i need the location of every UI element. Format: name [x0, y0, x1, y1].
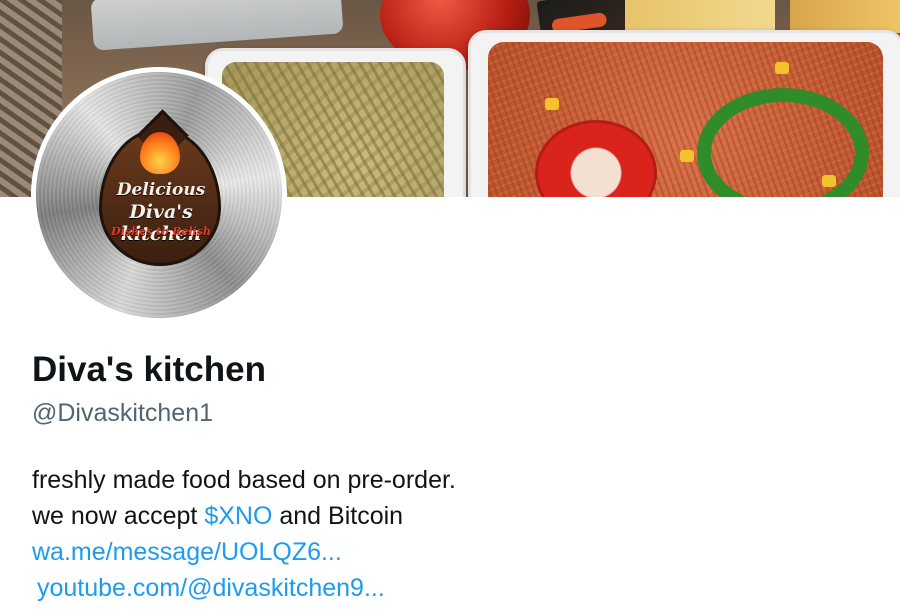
banner-corn: [545, 98, 559, 110]
bio-line-4: youtube.com/@divaskitchen9...: [32, 570, 872, 606]
bio-line-2: we now accept $XNO and Bitcoin: [32, 498, 872, 534]
bio-accept-prefix: we now accept: [32, 502, 205, 530]
whatsapp-link[interactable]: wa.me/message/UOLQZ6...: [32, 538, 342, 566]
bio-line-1: freshly made food based on pre-order.: [32, 466, 456, 494]
logo-text-brand: Diva's kitchen: [120, 201, 202, 245]
profile-handle: @Divaskitchen1: [32, 399, 214, 427]
banner-plastic-bag: [90, 0, 344, 51]
bio-accept-suffix: and Bitcoin: [272, 502, 404, 530]
profile-display-name: Diva's kitchen: [32, 350, 266, 389]
profile-avatar[interactable]: Delicious Diva's kitchen Dishes to Relis…: [31, 67, 287, 323]
cashtag-xno-link[interactable]: $XNO: [204, 502, 272, 530]
avatar-metal-background: Delicious Diva's kitchen Dishes to Relis…: [36, 72, 282, 318]
flame-icon: [140, 132, 180, 174]
youtube-link[interactable]: youtube.com/@divaskitchen9...: [37, 574, 385, 602]
bio-line-3: wa.me/message/UOLQZ6...: [32, 534, 872, 570]
logo-text-tagline: Dishes to Relish: [111, 225, 211, 238]
banner-box: [790, 0, 900, 33]
profile-bio: freshly made food based on pre-order. we…: [32, 462, 872, 606]
banner-corn: [775, 62, 789, 74]
banner-corn: [680, 150, 694, 162]
logo-text-delicious: Delicious: [116, 180, 206, 200]
